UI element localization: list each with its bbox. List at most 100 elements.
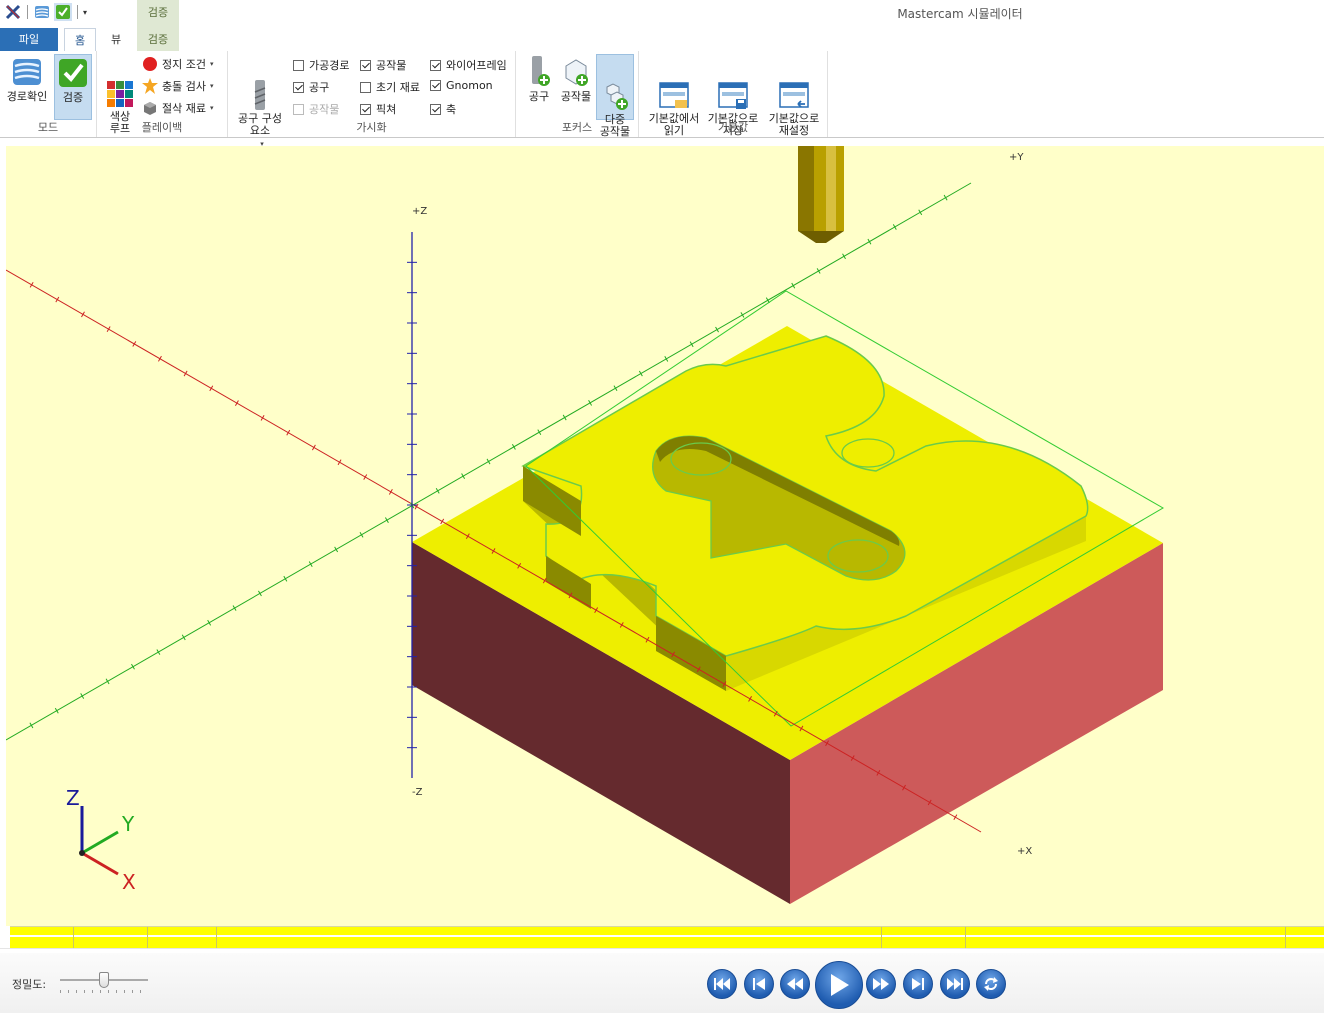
tool-checkbox[interactable]: [293, 81, 304, 93]
loop-icon: [984, 977, 998, 991]
axes-checkbox-row[interactable]: 축: [430, 101, 456, 117]
axis-tick: [258, 590, 262, 597]
ribbon-group-defaults: 기본값에서 읽기 기본값으로 저장 기본값으로 재설정 기본값: [639, 51, 828, 137]
axis-tick: [334, 546, 339, 553]
customize-qat-chevron-down-icon[interactable]: ▾: [83, 8, 87, 17]
axis-tick: [918, 209, 923, 216]
backplot-label: 경로확인: [6, 90, 48, 103]
gnomon-checkbox[interactable]: [430, 80, 441, 91]
precision-slider-thumb[interactable]: [99, 972, 109, 988]
fast-forward-button[interactable]: [866, 969, 896, 999]
title-bar: ▾ 검증 Mastercam 시뮬레이터: [0, 0, 1324, 28]
go-to-end-button[interactable]: [940, 969, 970, 999]
tab-file[interactable]: 파일: [0, 28, 58, 51]
step-forward-button[interactable]: [903, 969, 933, 999]
axis-label-neg-z: -Z: [412, 787, 423, 798]
ribbon: 경로확인 검증 모드 색상 루프 정지 조건 ▾ 충돌 검사 ▾ 절삭 재료 ▾…: [0, 51, 1324, 148]
step-back-icon: [753, 978, 765, 990]
stop-conditions-button[interactable]: 정지 조건 ▾: [142, 56, 214, 72]
axes-checkbox[interactable]: [430, 103, 441, 115]
focus-workpiece-button[interactable]: 공작물: [558, 54, 594, 118]
skip-end-icon: [947, 978, 963, 990]
axis-tick: [359, 531, 364, 538]
chevron-down-icon: ▾: [209, 82, 214, 90]
gnomon-label-z: Z: [66, 786, 80, 810]
axes-label: 축: [446, 103, 457, 116]
axis-label-pos-x: +X: [1017, 846, 1033, 857]
axis-tick: [588, 400, 593, 406]
group-label-focus: 포커스: [561, 121, 593, 134]
axis-tick: [337, 459, 342, 466]
axis-tick: [29, 281, 34, 288]
axis-tick: [54, 707, 59, 714]
workpiece-checkbox[interactable]: [360, 59, 371, 71]
backplot-button[interactable]: 경로확인: [4, 54, 50, 118]
tool-components-button[interactable]: 공구 구성 요소 ▾: [232, 54, 288, 148]
tab-verify[interactable]: 검증: [137, 28, 179, 51]
separator: [27, 5, 28, 19]
fixture-checkbox-row[interactable]: 픽쳐: [360, 101, 396, 117]
verify-icon[interactable]: [54, 3, 72, 21]
focus-multi-workpiece-button[interactable]: 다중 공작물: [596, 54, 634, 138]
initial-stock-checkbox[interactable]: [360, 81, 371, 93]
toolpath-checkbox[interactable]: [293, 59, 304, 71]
workpiece-label: 공작물: [376, 59, 407, 72]
tab-home[interactable]: 홈: [64, 28, 96, 52]
axis-tick: [156, 649, 161, 655]
reset-defaults-icon: [779, 68, 809, 108]
timeline-marker: [1285, 927, 1286, 949]
precision-slider-ticks: [60, 990, 148, 993]
axis-tick: [562, 414, 567, 421]
backplot-icon[interactable]: [33, 3, 51, 21]
toolpath-checkbox-row[interactable]: 가공경로: [293, 57, 349, 73]
color-loop-button[interactable]: 색상 루프: [103, 54, 137, 135]
initial-stock-checkbox-row[interactable]: 초기 재료: [360, 79, 420, 95]
cut-stock-button[interactable]: 절삭 재료 ▾: [142, 100, 214, 116]
go-to-start-button[interactable]: [707, 969, 737, 999]
axis-label-pos-z: +Z: [412, 206, 428, 217]
axis-tick: [384, 517, 389, 523]
simulation-viewport[interactable]: +Y +Z -Z +X Z Y X: [6, 146, 1324, 926]
timeline-marker: [965, 927, 966, 949]
rewind-button[interactable]: [780, 969, 810, 999]
verify-button[interactable]: 검증: [54, 54, 92, 120]
reset-defaults-button[interactable]: 기본값으로 재설정: [763, 54, 825, 137]
axis-tick: [308, 561, 313, 567]
axis-label-pos-y: +Y: [1009, 152, 1024, 163]
loop-button[interactable]: [976, 969, 1006, 999]
workpiece-checkbox-row[interactable]: 공작물: [360, 57, 406, 73]
axis-tick: [80, 693, 85, 699]
save-defaults-button[interactable]: 기본값으로 저장: [705, 54, 761, 137]
axis-tick: [388, 488, 393, 495]
operation-timeline[interactable]: [10, 926, 1324, 949]
stop-conditions-label: 정지 조건: [162, 58, 206, 71]
tool-focus-icon: [528, 56, 550, 88]
tool-checkbox-row[interactable]: 공구: [293, 79, 329, 95]
ribbon-group-playback: 색상 루프 정지 조건 ▾ 충돌 검사 ▾ 절삭 재료 ▾ 플레이백: [97, 51, 228, 137]
wireframe-checkbox[interactable]: [430, 59, 441, 71]
axis-tick: [638, 370, 643, 377]
play-button[interactable]: [815, 961, 863, 1009]
axis-tick: [311, 444, 316, 451]
focus-tool-button[interactable]: 공구: [524, 54, 554, 118]
axis-tick: [765, 297, 770, 304]
focus-workpiece-label: 공작물: [560, 90, 592, 103]
play-icon: [831, 974, 849, 996]
mastercam-logo-icon[interactable]: [4, 3, 22, 21]
ribbon-group-focus: 공구 공작물 다중 공작물 포커스: [516, 51, 639, 138]
verify-check-icon: [57, 57, 89, 89]
workpiece-disabled-checkbox: [293, 103, 304, 115]
toolpath-label: 가공경로: [309, 59, 350, 72]
step-back-button[interactable]: [744, 969, 774, 999]
tab-view[interactable]: 뷰: [100, 28, 132, 51]
gnomon-checkbox-row[interactable]: Gnomon: [430, 79, 493, 92]
collision-check-button[interactable]: 충돌 검사 ▾: [142, 78, 214, 94]
axis-tick: [537, 429, 542, 436]
fixture-checkbox[interactable]: [360, 103, 371, 115]
quick-access-toolbar: ▾: [4, 3, 87, 21]
load-defaults-button[interactable]: 기본값에서 읽기: [643, 54, 705, 137]
wireframe-checkbox-row[interactable]: 와이어프레임: [430, 57, 507, 73]
axis-tick: [511, 443, 516, 450]
axis-tick: [689, 341, 694, 348]
axis-tick: [209, 385, 214, 392]
